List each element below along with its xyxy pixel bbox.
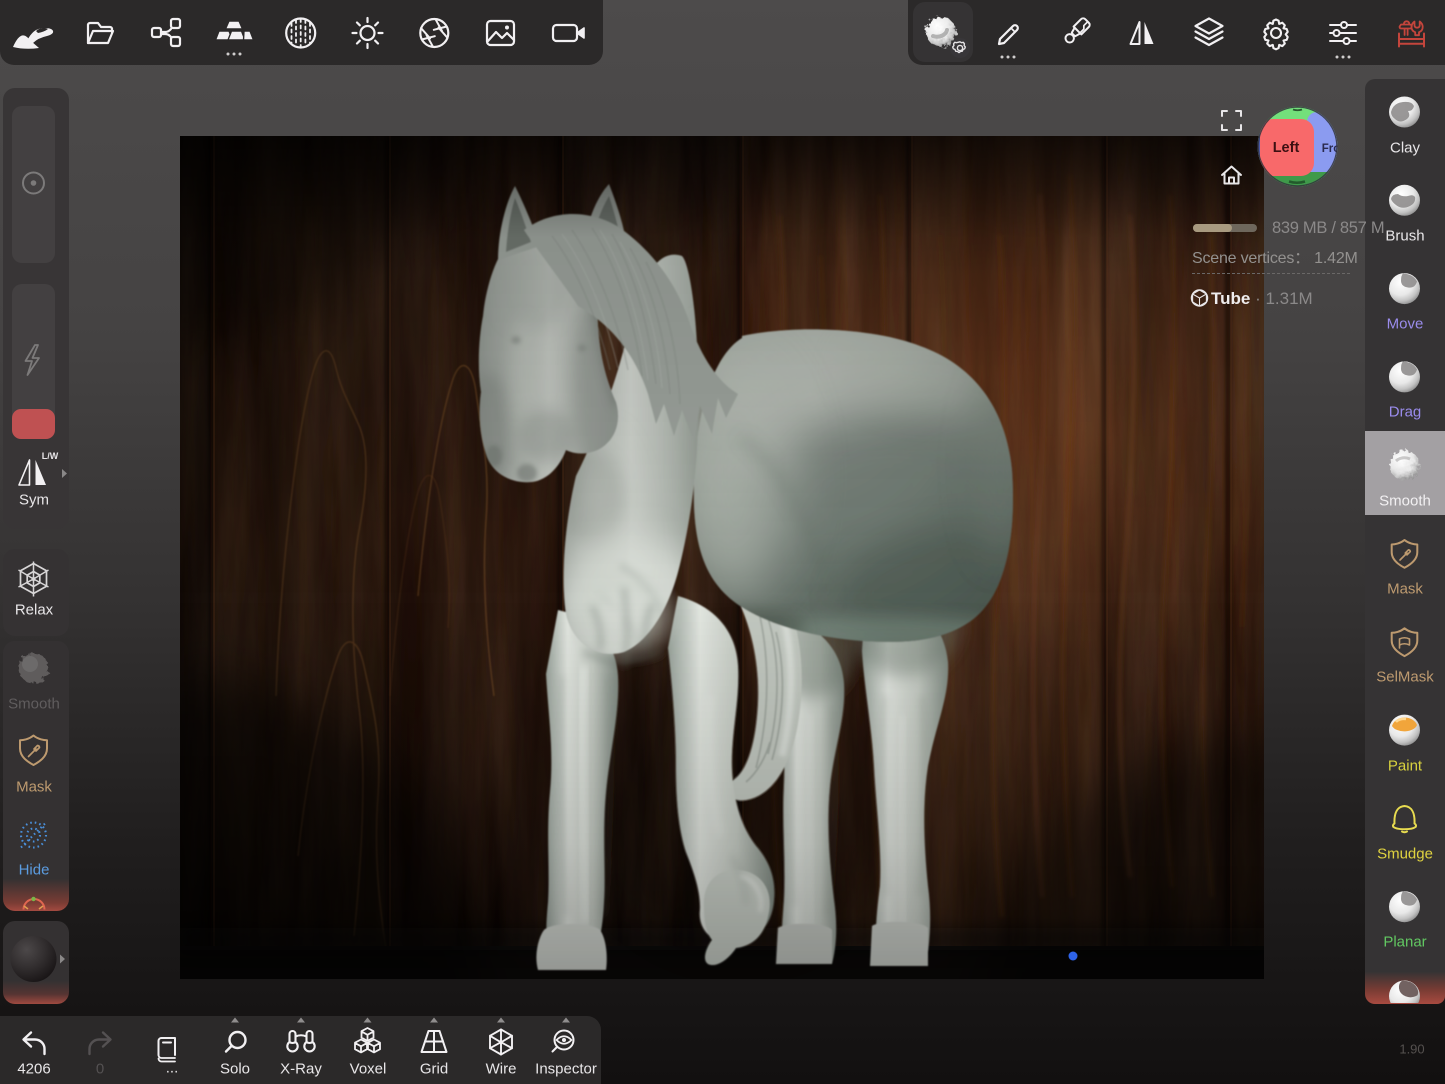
svg-text:Left: Left [1273, 140, 1300, 156]
svg-text:Fro: Fro [1322, 143, 1338, 155]
